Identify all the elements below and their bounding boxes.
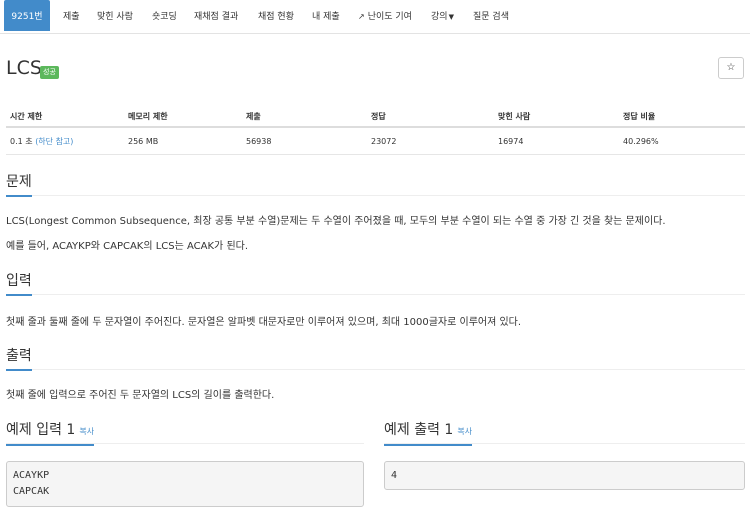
copy-input-button[interactable]: 복사 <box>79 427 94 436</box>
problem-example-text: 예를 들어, ACAYKP와 CAPCAK의 LCS는 ACAK가 된다. <box>6 241 249 252</box>
solvers-value: 16974 <box>498 137 524 146</box>
tab-my-submissions[interactable]: 내 제출 <box>312 0 340 31</box>
ratio-value: 40.296% <box>623 137 659 146</box>
output-heading: 출력 <box>6 346 32 371</box>
sample-input-box[interactable]: ACAYKP CAPCAK <box>6 461 364 507</box>
input-description: 첫째 줄과 둘째 줄에 두 문자열이 주어진다. 문자열은 알파벳 대문자로만 … <box>6 317 522 328</box>
sample-output-title: 예제 출력 1 <box>384 422 454 438</box>
time-note-link[interactable]: (하단 참고) <box>35 137 73 146</box>
tab-status[interactable]: 채점 현황 <box>258 0 294 31</box>
tab-submit[interactable]: 제출 <box>63 0 80 31</box>
col-ratio: 정답 비율 <box>623 112 656 121</box>
time-limit-value: 0.1 초 (하단 참고) <box>10 129 73 154</box>
problem-description: LCS(Longest Common Subsequence, 최장 공통 부분… <box>6 216 666 227</box>
info-table-header: 시간 제한 메모리 제한 제출 정답 맞힌 사람 정답 비율 <box>6 106 745 128</box>
copy-output-button[interactable]: 복사 <box>457 427 472 436</box>
star-button[interactable]: ☆ <box>718 57 744 79</box>
tab-question-search[interactable]: 질문 검색 <box>473 0 509 31</box>
sample-input-title: 예제 입력 1 <box>6 422 76 438</box>
accepted-value: 23072 <box>371 137 397 146</box>
output-section-header: 출력 <box>6 346 745 371</box>
col-solvers: 맞힌 사람 <box>498 112 531 121</box>
sample-output-header: 예제 출력 1 복사 <box>384 420 745 446</box>
sample-input-heading: 예제 입력 1 복사 <box>6 420 95 446</box>
col-memory-limit: 메모리 제한 <box>128 112 168 121</box>
input-heading: 입력 <box>6 271 32 296</box>
status-badge: 성공 <box>40 66 59 79</box>
col-accepted: 정답 <box>371 112 386 121</box>
submissions-value: 56938 <box>246 137 272 146</box>
problem-section-header: 문제 <box>6 172 745 197</box>
tab-lecture-label: 강의 <box>431 12 448 22</box>
tab-solvers[interactable]: 맞힌 사람 <box>97 0 133 31</box>
sample-input-header: 예제 입력 1 복사 <box>6 420 364 446</box>
tab-rejudge[interactable]: 재채점 결과 <box>194 0 238 31</box>
info-table-row: 0.1 초 (하단 참고) 256 MB 56938 23072 16974 4… <box>6 129 745 155</box>
memory-limit-value: 256 MB <box>128 137 159 146</box>
sample-output-box[interactable]: 4 <box>384 461 745 490</box>
tab-lecture[interactable]: 강의▼ <box>431 0 454 31</box>
input-section-header: 입력 <box>6 271 745 296</box>
problem-heading: 문제 <box>6 172 32 197</box>
col-time-limit: 시간 제한 <box>10 112 43 121</box>
external-link-icon: ↗ <box>358 12 365 21</box>
caret-down-icon: ▼ <box>448 13 454 21</box>
tab-difficulty-label: 난이도 기여 <box>367 12 412 22</box>
star-icon: ☆ <box>726 62 736 73</box>
problem-title: LCS <box>6 57 42 79</box>
col-submissions: 제출 <box>246 112 261 121</box>
tab-short-coding[interactable]: 숏코딩 <box>152 0 177 31</box>
tab-difficulty-contrib[interactable]: ↗ 난이도 기여 <box>358 0 412 31</box>
problem-nav: 9251번 제출 맞힌 사람 숏코딩 재채점 결과 채점 현황 내 제출 ↗ 난이… <box>0 0 750 34</box>
output-description: 첫째 줄에 입력으로 주어진 두 문자열의 LCS의 길이를 출력한다. <box>6 390 275 401</box>
time-limit-text: 0.1 초 <box>10 137 33 146</box>
tab-problem[interactable]: 9251번 <box>4 0 50 31</box>
sample-output-heading: 예제 출력 1 복사 <box>384 420 473 446</box>
